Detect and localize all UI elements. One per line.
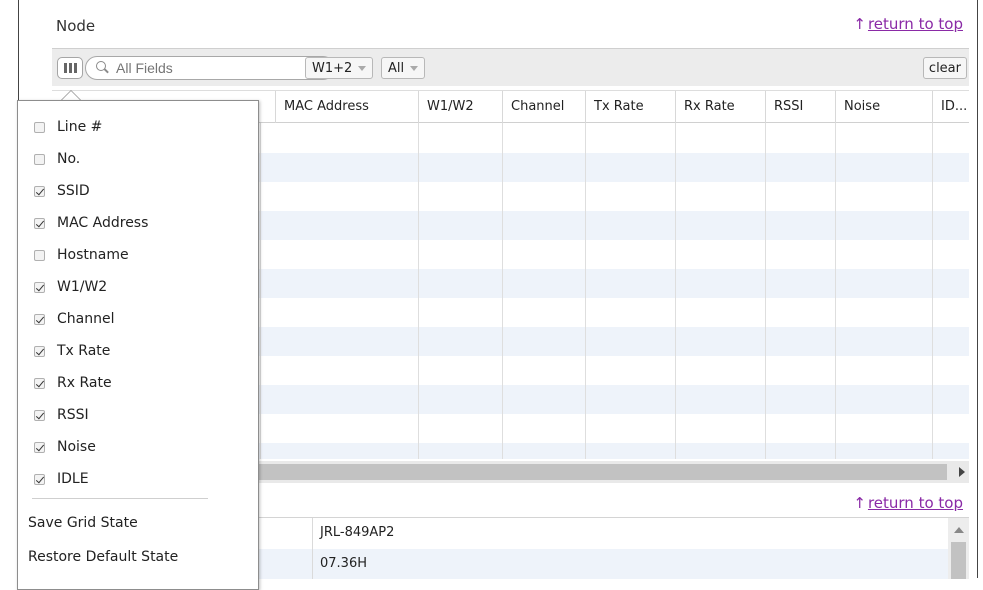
up-arrow-icon: ↑ xyxy=(853,15,866,33)
checkbox-checked[interactable] xyxy=(34,345,45,357)
column-divider xyxy=(932,91,933,459)
column-divider xyxy=(418,91,419,459)
checkbox-checked[interactable] xyxy=(34,473,45,485)
column-bar-icon xyxy=(63,63,67,73)
column-option-noise[interactable]: Noise xyxy=(18,431,258,463)
column-option-rssi[interactable]: RSSI xyxy=(18,399,258,431)
column-option-label: Tx Rate xyxy=(57,343,111,359)
checkbox-checked[interactable] xyxy=(34,185,45,197)
column-option-label: RSSI xyxy=(57,407,89,423)
checkbox-checked[interactable] xyxy=(34,217,45,229)
checkbox[interactable] xyxy=(34,153,45,165)
scope-filter-value: All xyxy=(388,60,405,76)
checkbox-checked[interactable] xyxy=(34,377,45,389)
band-filter-select[interactable]: W1+2 xyxy=(305,57,374,79)
column-header-rx-rate[interactable]: Rx Rate xyxy=(675,91,765,123)
checkbox-checked[interactable] xyxy=(34,441,45,453)
column-divider xyxy=(765,91,766,459)
save-grid-state-button[interactable]: Save Grid State xyxy=(28,515,138,531)
column-header-mac-address[interactable]: MAC Address xyxy=(275,91,418,123)
scroll-right-icon[interactable] xyxy=(959,467,965,477)
column-divider xyxy=(260,91,261,459)
checkbox-checked[interactable] xyxy=(34,409,45,421)
checkbox-checked[interactable] xyxy=(34,281,45,293)
column-option-label: IDLE xyxy=(57,471,89,487)
column-header-idle[interactable]: ID... xyxy=(932,91,969,123)
search-input[interactable] xyxy=(114,59,324,77)
column-option-label: MAC Address xyxy=(57,215,149,231)
search-box[interactable] xyxy=(85,56,335,80)
column-chooser-menu: Line # No. SSID MAC Address Hostname W1/… xyxy=(17,100,259,590)
scope-filter-select[interactable]: All xyxy=(381,57,426,79)
chevron-down-icon xyxy=(358,65,367,71)
column-option-hostname[interactable]: Hostname xyxy=(18,239,258,271)
detail-value: JRL-849AP2 xyxy=(320,525,395,540)
column-option-label: SSID xyxy=(57,183,90,199)
column-divider xyxy=(835,91,836,459)
column-bar-icon xyxy=(68,63,72,73)
up-arrow-icon: ↑ xyxy=(853,494,866,512)
column-option-channel[interactable]: Channel xyxy=(18,303,258,335)
column-divider xyxy=(675,91,676,459)
return-to-top-label: return to top xyxy=(867,494,963,512)
search-icon xyxy=(96,61,106,71)
column-header-noise[interactable]: Noise xyxy=(835,91,932,123)
column-option-label: No. xyxy=(57,151,81,167)
column-option-label: Rx Rate xyxy=(57,375,112,391)
column-divider xyxy=(312,518,313,579)
clear-button[interactable]: clear xyxy=(922,57,967,79)
column-chooser-button[interactable] xyxy=(57,57,83,79)
column-divider xyxy=(585,91,586,459)
column-header-w1w2[interactable]: W1/W2 xyxy=(418,91,502,123)
band-filter-value: W1+2 xyxy=(312,60,353,76)
column-divider xyxy=(502,91,503,459)
column-option-no[interactable]: No. xyxy=(18,143,258,175)
detail-value: 07.36H xyxy=(320,556,367,571)
column-option-label: W1/W2 xyxy=(57,279,108,295)
column-option-line-number[interactable]: Line # xyxy=(18,111,258,143)
column-header-tx-rate[interactable]: Tx Rate xyxy=(585,91,675,123)
menu-divider xyxy=(32,498,208,499)
column-bar-icon xyxy=(73,63,77,73)
return-to-top-label: return to top xyxy=(867,15,963,33)
column-option-w1w2[interactable]: W1/W2 xyxy=(18,271,258,303)
column-option-idle[interactable]: IDLE xyxy=(18,463,258,495)
column-option-label: Hostname xyxy=(57,247,129,263)
vertical-scrollbar[interactable] xyxy=(948,518,969,579)
column-header-rssi[interactable]: RSSI xyxy=(765,91,835,123)
column-option-label: Channel xyxy=(57,311,115,327)
restore-default-state-button[interactable]: Restore Default State xyxy=(28,549,178,565)
checkbox[interactable] xyxy=(34,121,45,133)
checkbox-checked[interactable] xyxy=(34,313,45,325)
column-option-rx-rate[interactable]: Rx Rate xyxy=(18,367,258,399)
return-to-top-link[interactable]: ↑ return to top xyxy=(853,15,963,33)
column-option-tx-rate[interactable]: Tx Rate xyxy=(18,335,258,367)
column-option-ssid[interactable]: SSID xyxy=(18,175,258,207)
scrollbar-thumb[interactable] xyxy=(951,542,966,579)
node-section-title: Node xyxy=(56,17,96,35)
column-option-mac-address[interactable]: MAC Address xyxy=(18,207,258,239)
column-option-label: Noise xyxy=(57,439,96,455)
return-to-top-link-lower[interactable]: ↑ return to top xyxy=(853,494,963,512)
column-header-channel[interactable]: Channel xyxy=(502,91,585,123)
checkbox[interactable] xyxy=(34,249,45,261)
grid-toolbar: W1+2 All clear xyxy=(52,48,969,86)
scroll-up-icon[interactable] xyxy=(954,527,964,533)
column-option-label: Line # xyxy=(57,119,103,135)
chevron-down-icon xyxy=(410,65,419,71)
